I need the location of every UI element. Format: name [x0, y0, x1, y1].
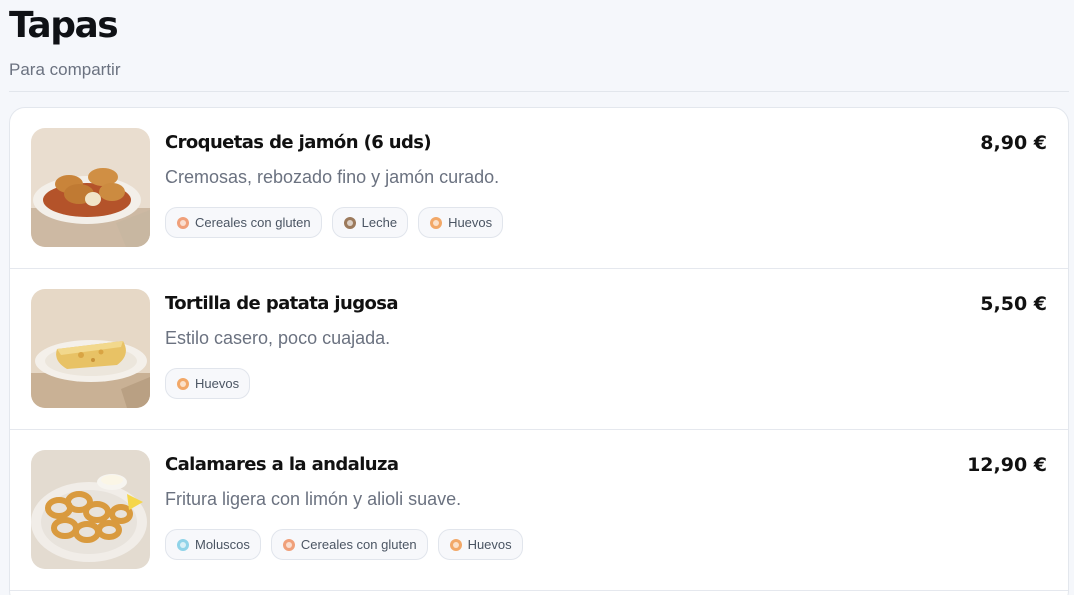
menu-item[interactable]: Calamares a la andaluza 12,90 € Fritura …	[10, 430, 1068, 591]
croquetas-photo	[31, 128, 150, 247]
allergen-tag-milk: Leche	[331, 207, 409, 238]
menu-list: Croquetas de jamón (6 uds) 8,90 € Cremos…	[9, 107, 1069, 595]
divider	[9, 91, 1069, 92]
menu-item[interactable]: Croquetas de jamón (6 uds) 8,90 € Cremos…	[10, 108, 1068, 269]
gluten-icon	[177, 216, 189, 229]
allergen-tag-mollusc: Moluscos	[165, 529, 261, 560]
allergen-label: Leche	[361, 215, 398, 230]
allergen-tags: Cereales con gluten Leche Huevos	[165, 207, 504, 238]
allergen-label: Huevos	[467, 537, 512, 552]
calamares-photo	[31, 450, 150, 569]
item-price: 12,90 €	[967, 454, 1047, 476]
item-price: 5,50 €	[980, 293, 1047, 315]
item-name: Tortilla de patata jugosa	[165, 293, 399, 314]
gluten-icon	[282, 538, 295, 551]
item-description: Fritura ligera con limón y alioli suave.	[165, 489, 462, 509]
section-title: Tapas	[9, 5, 119, 46]
item-name: Calamares a la andaluza	[165, 454, 399, 475]
allergen-tag-egg: Huevos	[437, 529, 523, 560]
item-description: Estilo casero, poco cuajada.	[165, 328, 391, 348]
allergen-tag-gluten: Cereales con gluten	[270, 529, 428, 560]
item-price: 8,90 €	[980, 132, 1047, 154]
menu-item[interactable]: Tortilla de patata jugosa 5,50 € Estilo …	[10, 269, 1068, 430]
allergen-tag-egg: Huevos	[418, 207, 504, 238]
allergen-tag-gluten: Cereales con gluten	[165, 207, 322, 238]
milk-icon	[343, 216, 356, 229]
egg-icon	[430, 216, 443, 229]
allergen-label: Moluscos	[195, 537, 250, 552]
mollusc-icon	[177, 538, 189, 551]
egg-icon	[177, 377, 189, 390]
item-name: Croquetas de jamón (6 uds)	[165, 132, 432, 153]
allergen-label: Huevos	[195, 376, 240, 391]
allergen-label: Cereales con gluten	[195, 215, 311, 230]
allergen-tags: Moluscos Cereales con gluten Huevos	[165, 529, 523, 560]
tortilla-photo	[31, 289, 150, 408]
allergen-tags: Huevos	[165, 368, 251, 399]
egg-icon	[449, 538, 462, 551]
allergen-label: Huevos	[448, 215, 493, 230]
allergen-tag-egg: Huevos	[165, 368, 251, 399]
item-description: Cremosas, rebozado fino y jamón curado.	[165, 167, 500, 187]
section-subtitle: Para compartir	[9, 60, 121, 79]
allergen-label: Cereales con gluten	[300, 537, 417, 552]
